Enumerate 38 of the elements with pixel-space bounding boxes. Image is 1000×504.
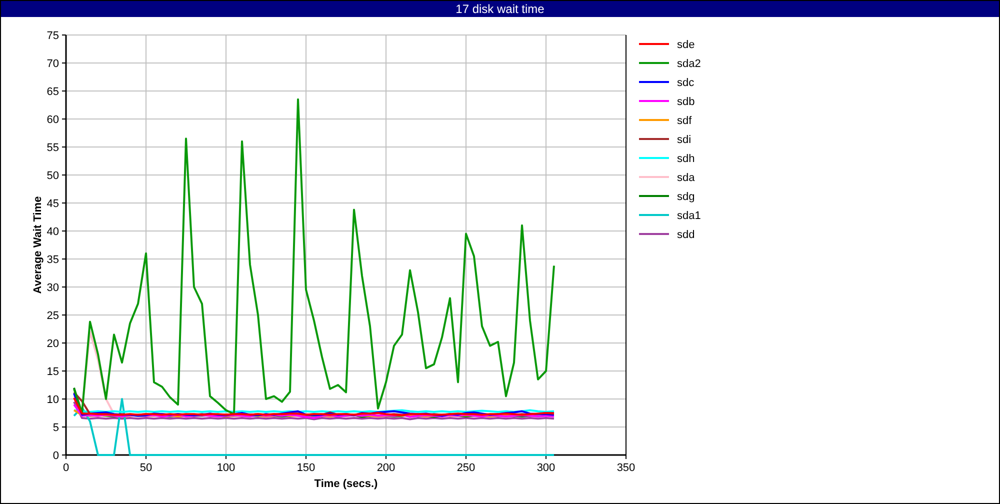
legend-label: sdb bbox=[677, 96, 695, 108]
y-tick-label: 50 bbox=[46, 170, 59, 182]
legend-label: sda2 bbox=[677, 58, 701, 70]
y-tick-label: 0 bbox=[52, 450, 59, 462]
y-tick-label: 25 bbox=[46, 310, 59, 322]
legend-label: sdc bbox=[677, 77, 694, 89]
legend-label: sdg bbox=[677, 191, 695, 203]
legend-label: sda1 bbox=[677, 210, 701, 222]
y-tick-label: 45 bbox=[46, 198, 59, 210]
y-tick-label: 20 bbox=[46, 338, 59, 350]
y-tick-label: 15 bbox=[46, 366, 59, 378]
y-tick-label: 40 bbox=[46, 226, 59, 238]
legend-label: sdf bbox=[677, 115, 692, 127]
legend-label: sdi bbox=[677, 134, 692, 146]
y-tick-label: 5 bbox=[52, 422, 59, 434]
x-tick-label: 250 bbox=[456, 462, 476, 474]
x-tick-label: 50 bbox=[140, 462, 152, 474]
legend-label: sde bbox=[677, 39, 695, 51]
x-tick-label: 300 bbox=[536, 462, 556, 474]
legend-label: sda bbox=[677, 172, 695, 184]
x-tick-label: 150 bbox=[296, 462, 316, 474]
y-tick-label: 10 bbox=[46, 394, 59, 406]
legend-label: sdh bbox=[677, 153, 695, 165]
y-tick-label: 65 bbox=[46, 86, 59, 98]
y-tick-label: 30 bbox=[46, 282, 59, 294]
x-tick-label: 350 bbox=[616, 462, 636, 474]
x-axis-label: Time (secs.) bbox=[314, 478, 378, 490]
legend-label: sdd bbox=[677, 229, 695, 241]
window-title: 17 disk wait time bbox=[456, 2, 544, 16]
y-tick-label: 70 bbox=[46, 58, 59, 70]
y-axis-label: Average Wait Time bbox=[32, 196, 44, 294]
y-tick-label: 35 bbox=[46, 254, 59, 266]
y-tick-label: 60 bbox=[46, 114, 59, 126]
x-tick-label: 100 bbox=[216, 462, 236, 474]
y-tick-label: 75 bbox=[46, 30, 59, 42]
x-tick-label: 0 bbox=[62, 462, 70, 474]
x-tick-label: 200 bbox=[376, 462, 396, 474]
y-tick-label: 55 bbox=[46, 142, 59, 154]
